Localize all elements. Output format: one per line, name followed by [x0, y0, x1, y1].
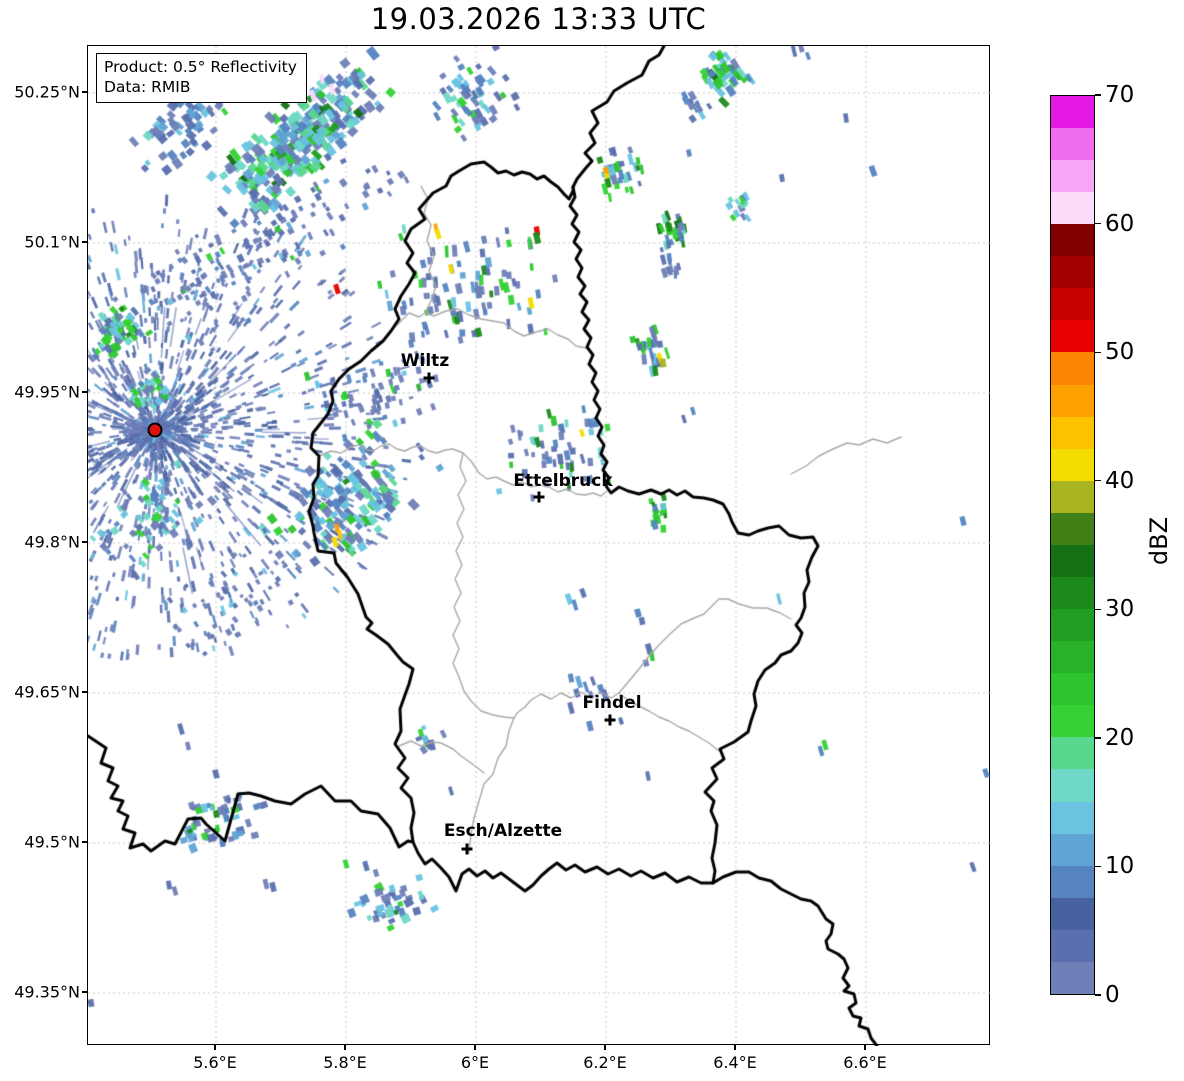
colorbar-segment [1051, 480, 1094, 513]
colorbar-segment [1051, 288, 1094, 321]
radar-site-marker [147, 422, 163, 438]
city-marker-icon [604, 714, 616, 726]
x-tick-mark [344, 1045, 346, 1050]
colorbar [1050, 95, 1095, 995]
radar-figure: 19.03.2026 13:33 UTC Product: 0.5° Refle… [0, 0, 1184, 1081]
colorbar-tick-mark [1095, 994, 1101, 996]
x-axis-tick-label: 6.4°E [713, 1053, 757, 1072]
colorbar-tick-label: 40 [1105, 467, 1135, 494]
x-tick-mark [474, 1045, 476, 1050]
colorbar-segment [1051, 769, 1094, 802]
colorbar-tick-label: 20 [1105, 724, 1135, 751]
colorbar-segment [1051, 224, 1094, 257]
data-source-line: Data: RMIB [104, 78, 191, 97]
x-axis-tick-label: 5.6°E [193, 1053, 237, 1072]
city-marker-icon [423, 372, 435, 384]
colorbar-tick-mark [1095, 737, 1101, 739]
colorbar-segment [1051, 801, 1094, 834]
radar-map-canvas [88, 46, 991, 1046]
colorbar-tick-mark [1095, 222, 1101, 225]
colorbar-tick-label: 50 [1105, 339, 1135, 366]
product-line: Product: 0.5° Reflectivity [104, 58, 297, 76]
colorbar-tick-mark [1095, 94, 1101, 96]
colorbar-tick-label: 10 [1105, 853, 1135, 880]
colorbar-segment [1051, 448, 1094, 481]
city-label: Wiltz [400, 351, 450, 371]
map-plot: Product: 0.5° Reflectivity Data: RMIB [87, 45, 991, 1046]
page-title: 19.03.2026 13:33 UTC [370, 2, 707, 36]
x-tick-mark [604, 1045, 606, 1050]
y-axis-tick-label: 49.8°N [24, 532, 80, 552]
y-tick-mark [82, 991, 87, 993]
y-axis-tick-label: 49.5°N [24, 832, 80, 852]
colorbar-segment [1051, 961, 1094, 994]
y-tick-mark [82, 391, 87, 393]
colorbar-tick-label: 30 [1105, 596, 1135, 623]
colorbar-segment [1051, 384, 1094, 417]
colorbar-segment [1051, 512, 1094, 545]
colorbar-segment [1051, 833, 1094, 866]
colorbar-tick-label: 70 [1105, 82, 1135, 108]
product-info-box: Product: 0.5° Reflectivity Data: RMIB [96, 53, 307, 104]
y-axis-tick-label: 49.35°N [14, 982, 80, 1002]
city-label: Esch/Alzette [443, 821, 563, 841]
colorbar-segment [1051, 576, 1094, 610]
colorbar-segment [1051, 256, 1094, 289]
colorbar-segment [1051, 737, 1094, 770]
x-tick-mark [734, 1045, 736, 1050]
city-marker-icon [461, 843, 473, 855]
y-tick-mark [82, 91, 87, 93]
y-tick-mark [82, 241, 87, 243]
x-tick-mark [214, 1045, 216, 1050]
colorbar-segment [1051, 127, 1094, 160]
colorbar-segment [1051, 865, 1094, 898]
y-axis-tick-label: 50.25°N [14, 82, 80, 102]
y-axis-tick-label: 50.1°N [24, 232, 80, 252]
x-axis-tick-label: 6°E [460, 1053, 490, 1072]
x-axis-tick-label: 5.8°E [323, 1053, 367, 1072]
colorbar-tick-mark [1095, 480, 1101, 482]
colorbar-tick-mark [1095, 865, 1101, 868]
colorbar-segment [1051, 159, 1094, 193]
colorbar-segment [1051, 192, 1094, 225]
colorbar-segment [1051, 641, 1094, 674]
city-marker-icon [533, 491, 545, 503]
x-axis-tick-label: 6.6°E [843, 1053, 887, 1072]
colorbar-segment [1051, 897, 1094, 930]
y-tick-mark [82, 841, 87, 843]
y-axis-tick-label: 49.65°N [14, 682, 80, 702]
colorbar-segment [1051, 95, 1094, 128]
y-tick-mark [82, 691, 87, 693]
colorbar-segment [1051, 352, 1094, 385]
colorbar-tick-mark [1095, 351, 1101, 353]
y-tick-mark [82, 541, 87, 543]
colorbar-tick-mark [1095, 608, 1101, 610]
x-tick-mark [864, 1045, 866, 1050]
colorbar-segment [1051, 416, 1094, 449]
colorbar-tick-label: 0 [1105, 982, 1120, 1008]
x-axis-tick-label: 6.2°E [583, 1053, 627, 1072]
colorbar-segment [1051, 544, 1094, 577]
colorbar-unit-label: dBZ [1145, 516, 1173, 566]
y-axis-tick-label: 49.95°N [14, 382, 80, 402]
colorbar-segment [1051, 673, 1094, 706]
colorbar-segment [1051, 705, 1094, 738]
colorbar-tick-label: 60 [1105, 210, 1135, 237]
colorbar-segment [1051, 929, 1094, 962]
colorbar-segment [1051, 609, 1094, 642]
city-label: Findel [582, 693, 642, 713]
colorbar-segment [1051, 320, 1094, 353]
city-label: Ettelbruck [513, 471, 613, 491]
